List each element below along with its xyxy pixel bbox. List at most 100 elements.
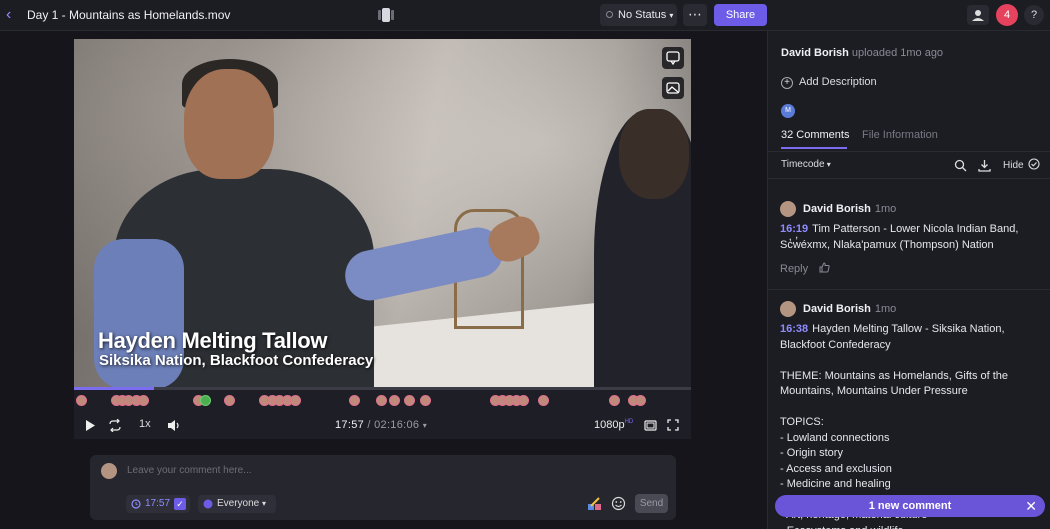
comment-marker[interactable]	[138, 395, 149, 406]
emoji-icon[interactable]	[611, 496, 626, 511]
avatar: M	[781, 104, 795, 118]
globe-icon	[203, 499, 213, 509]
timecode-display[interactable]: 17:57 / 02:16:06 ▾	[335, 419, 427, 431]
lower-third-name: Hayden Melting Tallow	[98, 328, 328, 353]
lower-third-subtitle: Siksika Nation, Blackfoot Confederacy	[99, 352, 374, 369]
composer-timecode: 17:57	[145, 498, 171, 509]
total-time: 02:16:06	[374, 419, 420, 431]
status-dot-icon	[606, 11, 613, 18]
close-icon[interactable]: ✕	[1025, 495, 1037, 517]
avatar	[101, 463, 117, 479]
back-chevron-icon[interactable]: ‹	[6, 7, 20, 23]
comment-marker[interactable]	[635, 395, 646, 406]
comment-author: David Borish 1mo	[803, 203, 896, 215]
resolution-selector[interactable]: 1080pHD	[594, 419, 633, 431]
comment-divider	[768, 289, 1050, 290]
comment-time-ago: 1mo	[874, 203, 897, 215]
chevron-down-icon: ▾	[824, 160, 831, 169]
comment-author-name: David Borish	[803, 303, 871, 315]
notifications-badge[interactable]: 4	[996, 4, 1018, 26]
chevron-down-icon: ▾	[262, 499, 267, 508]
active-tab-underline	[781, 147, 847, 149]
comment-marker[interactable]	[349, 395, 360, 406]
comment-marker[interactable]	[76, 395, 87, 406]
more-options-button[interactable]: ⋯	[683, 4, 707, 26]
comment-author: David Borish 1mo	[803, 303, 896, 315]
panel-tabs: 32 Comments File Information	[781, 129, 1039, 151]
resolution-label: 1080p	[594, 419, 625, 431]
reply-button[interactable]: Reply	[780, 262, 830, 275]
help-button[interactable]: ?	[1024, 5, 1044, 25]
comment-marker[interactable]	[290, 395, 301, 406]
send-button[interactable]: Send	[635, 494, 668, 513]
hide-completed-toggle[interactable]: Hide	[1003, 158, 1040, 171]
add-description-button[interactable]: + Add Description	[781, 76, 877, 89]
top-bar: ‹ Day 1 - Mountains as Homelands.mov No …	[0, 0, 1050, 31]
file-title: Day 1 - Mountains as Homelands.mov	[27, 8, 231, 22]
comment-marker[interactable]	[224, 395, 235, 406]
user-icon[interactable]	[967, 5, 989, 25]
add-description-label: Add Description	[799, 76, 877, 88]
sort-label: Timecode	[781, 159, 825, 170]
audience-label: Everyone	[217, 498, 260, 509]
comment-marker[interactable]	[389, 395, 400, 406]
share-button[interactable]: Share	[714, 4, 767, 26]
comment-timestamp[interactable]: 16:19	[780, 223, 808, 235]
comment-marker[interactable]	[404, 395, 415, 406]
comment-overlay-icon[interactable]	[662, 47, 684, 69]
app-root: ‹ Day 1 - Mountains as Homelands.mov No …	[0, 0, 1050, 529]
comment-marker[interactable]	[420, 395, 431, 406]
comment-item[interactable]: David Borish 1mo 16:19 Tim Patterson - Low…	[768, 197, 1050, 287]
loop-icon[interactable]	[108, 419, 122, 432]
avatar	[780, 301, 796, 317]
image-overlay-icon[interactable]	[662, 77, 684, 99]
volume-icon[interactable]	[167, 419, 181, 432]
timecode-toggle[interactable]: 17:57 ✓	[126, 495, 190, 513]
fullscreen-icon[interactable]	[667, 419, 679, 431]
comment-input[interactable]: Leave your comment here...	[127, 465, 252, 476]
check-circle-icon	[1028, 158, 1040, 170]
comment-composer: Leave your comment here... 17:57 ✓ Every…	[90, 455, 676, 520]
chevron-down-icon: ▾	[422, 421, 428, 430]
playback-speed-button[interactable]: 1x	[139, 418, 151, 430]
video-second-person-head	[619, 109, 689, 199]
comment-author-name: David Borish	[803, 203, 871, 215]
comments-toolbar: Timecode ▾ Hide	[768, 151, 1050, 179]
video-speaker-head	[184, 69, 274, 179]
new-comment-label: 1 new comment	[868, 500, 952, 512]
plus-icon: +	[781, 77, 793, 89]
comments-panel: David Borish uploaded 1mo ago + Add Descr…	[767, 31, 1050, 529]
comment-marker[interactable]	[518, 395, 529, 406]
comment-text: Tim Patterson - Lower Nicola Indian Band…	[780, 223, 1019, 251]
hide-label: Hide	[1003, 160, 1024, 171]
thumbs-up-icon[interactable]	[819, 262, 830, 273]
checkbox-checked-icon[interactable]: ✓	[174, 498, 186, 510]
uploader-info: David Borish uploaded 1mo ago	[781, 47, 943, 59]
comment-marker[interactable]	[376, 395, 387, 406]
download-icon[interactable]	[978, 159, 991, 172]
status-dropdown[interactable]: No Status ▾	[600, 4, 677, 26]
comment-marker[interactable]	[200, 395, 211, 406]
comment-time-ago: 1mo	[874, 303, 897, 315]
annotate-brush-icon[interactable]	[587, 496, 602, 511]
aspect-ratio-icon[interactable]	[644, 420, 657, 431]
comment-marker[interactable]	[609, 395, 620, 406]
new-comment-notice[interactable]: 1 new comment ✕	[775, 495, 1045, 517]
search-icon[interactable]	[954, 159, 967, 172]
avatar	[780, 201, 796, 217]
uploader-name: David Borish	[781, 47, 849, 59]
comment-marker[interactable]	[538, 395, 549, 406]
comment-markers-track[interactable]	[74, 390, 691, 412]
comment-timestamp[interactable]: 16:38	[780, 323, 808, 335]
compare-view-icon[interactable]	[376, 7, 396, 23]
reply-label: Reply	[780, 263, 809, 275]
tab-file-information[interactable]: File Information	[862, 129, 938, 141]
tab-comments[interactable]: 32 Comments	[781, 129, 849, 141]
status-label: No Status	[618, 9, 667, 21]
audience-dropdown[interactable]: Everyone ▾	[198, 495, 276, 513]
sort-dropdown[interactable]: Timecode ▾	[781, 159, 831, 170]
uploader-meta: uploaded 1mo ago	[851, 47, 944, 59]
clock-icon	[131, 499, 141, 509]
player-controls: 1x 17:57 / 02:16:06 ▾ 1080pHD	[74, 412, 691, 439]
play-icon[interactable]	[84, 419, 96, 432]
